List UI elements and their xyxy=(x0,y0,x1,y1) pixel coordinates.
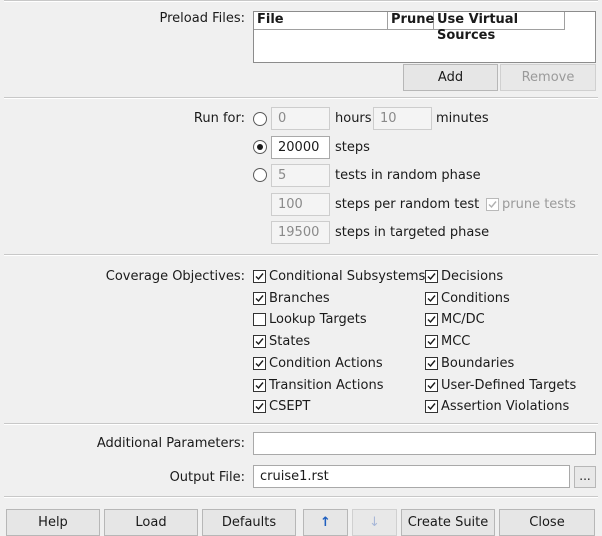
cov-left-checkbox-4[interactable]: Condition Actions xyxy=(253,356,383,371)
preload-files-table[interactable]: File Prune Use Virtual Sources xyxy=(253,11,596,63)
run-for-label: Run for: xyxy=(193,111,245,126)
checkbox-box xyxy=(253,378,266,392)
coverage-objectives-label: Coverage Objectives: xyxy=(105,269,245,284)
close-button[interactable]: Close xyxy=(499,509,595,536)
help-button[interactable]: Help xyxy=(6,509,100,536)
preload-files-label: Preload Files: xyxy=(159,11,246,26)
add-button[interactable]: Add xyxy=(403,64,498,91)
checkbox-label: Branches xyxy=(269,290,330,306)
cov-left-checkbox-2[interactable]: Lookup Targets xyxy=(253,312,367,327)
cov-right-checkbox-5[interactable]: User-Defined Targets xyxy=(425,378,576,393)
additional-parameters-label: Additional Parameters: xyxy=(96,436,245,451)
checkbox-box xyxy=(253,400,266,414)
hours-label: hours xyxy=(335,111,372,126)
steps-input[interactable]: 20000 xyxy=(271,136,330,159)
checkbox-label: Transition Actions xyxy=(269,377,384,393)
checkbox-box xyxy=(425,400,438,414)
checkbox-box xyxy=(253,356,266,370)
cov-right-checkbox-3[interactable]: MCC xyxy=(425,334,470,349)
checkbox-box xyxy=(425,356,438,370)
separator-3 xyxy=(4,423,598,425)
checkbox-box xyxy=(425,335,438,349)
steps-targeted-input[interactable]: 19500 xyxy=(271,221,330,244)
column-prune[interactable]: Prune xyxy=(388,12,434,30)
additional-parameters-input[interactable] xyxy=(253,432,596,455)
checkbox-label: Conditions xyxy=(441,290,510,306)
checkbox-box xyxy=(425,270,438,283)
cov-right-checkbox-6[interactable]: Assertion Violations xyxy=(425,399,569,414)
output-file-input[interactable]: cruise1.rst xyxy=(253,465,570,488)
checkbox-box xyxy=(253,270,266,283)
column-use-virtual-sources[interactable]: Use Virtual Sources xyxy=(434,12,565,43)
output-file-label: Output File: xyxy=(169,470,245,485)
create-suite-button[interactable]: Create Suite xyxy=(401,509,495,536)
checkbox-label: MCC xyxy=(441,334,471,350)
prune-tests-box xyxy=(486,198,499,211)
separator-1 xyxy=(4,97,598,99)
minutes-input[interactable]: 10 xyxy=(373,107,432,130)
prune-tests-checkbox[interactable]: prune tests xyxy=(486,197,576,212)
checkbox-label: States xyxy=(269,334,311,350)
cov-left-checkbox-0[interactable]: Conditional Subsystems xyxy=(253,269,425,284)
checkbox-label: Decisions xyxy=(441,269,504,284)
radio-time[interactable] xyxy=(253,112,267,126)
browse-button[interactable]: ... xyxy=(574,466,596,488)
steps-per-random-label: steps per random test xyxy=(335,197,480,212)
move-up-button[interactable]: ↑ xyxy=(303,509,348,536)
steps-per-random-input[interactable]: 100 xyxy=(271,193,330,216)
cov-right-checkbox-2[interactable]: MC/DC xyxy=(425,312,485,327)
cov-left-checkbox-6[interactable]: CSEPT xyxy=(253,399,310,414)
checkbox-label: Boundaries xyxy=(441,355,515,371)
steps-label: steps xyxy=(335,140,370,155)
tests-label: tests in random phase xyxy=(335,168,481,183)
move-down-button[interactable]: ↓ xyxy=(352,509,397,536)
checkbox-label: MC/DC xyxy=(441,312,485,328)
prune-tests-label: prune tests xyxy=(502,197,576,212)
defaults-button[interactable]: Defaults xyxy=(202,509,296,536)
checkbox-box xyxy=(425,378,438,392)
cov-right-checkbox-0[interactable]: Decisions xyxy=(425,269,503,284)
arrow-up-icon: ↑ xyxy=(320,515,331,530)
cov-left-checkbox-3[interactable]: States xyxy=(253,334,310,349)
checkbox-label: User-Defined Targets xyxy=(441,377,577,393)
checkbox-box xyxy=(253,291,266,305)
cov-right-checkbox-4[interactable]: Boundaries xyxy=(425,356,514,371)
checkbox-label: CSEPT xyxy=(269,399,311,415)
checkbox-box xyxy=(425,313,438,327)
load-button[interactable]: Load xyxy=(104,509,198,536)
top-edge xyxy=(4,0,598,2)
checkbox-box xyxy=(253,313,266,327)
tests-input[interactable]: 5 xyxy=(271,164,330,187)
preload-table-header: File Prune Use Virtual Sources xyxy=(254,12,565,43)
separator-4 xyxy=(4,496,598,498)
checkbox-label: Condition Actions xyxy=(269,355,383,371)
checkbox-box xyxy=(253,335,266,349)
cov-right-checkbox-1[interactable]: Conditions xyxy=(425,291,510,306)
checkbox-label: Conditional Subsystems xyxy=(269,269,426,284)
cov-left-checkbox-5[interactable]: Transition Actions xyxy=(253,378,384,393)
checkbox-label: Assertion Violations xyxy=(441,399,570,415)
steps-targeted-label: steps in targeted phase xyxy=(335,225,490,240)
arrow-down-icon: ↓ xyxy=(369,515,380,530)
minutes-label: minutes xyxy=(436,111,489,126)
cov-left-checkbox-1[interactable]: Branches xyxy=(253,291,330,306)
radio-steps-dot xyxy=(257,144,263,150)
separator-2 xyxy=(4,254,598,256)
hours-input[interactable]: 0 xyxy=(271,107,330,130)
checkbox-box xyxy=(425,291,438,305)
radio-steps[interactable] xyxy=(253,140,267,154)
radio-tests[interactable] xyxy=(253,168,267,182)
remove-button[interactable]: Remove xyxy=(500,64,596,91)
checkbox-label: Lookup Targets xyxy=(269,312,367,328)
column-file[interactable]: File xyxy=(254,12,388,30)
